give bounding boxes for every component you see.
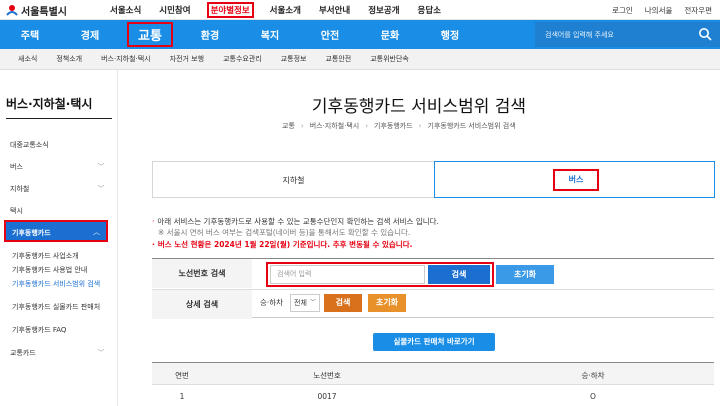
topnav-departments[interactable]: 부서안내 — [317, 3, 352, 17]
chevron-down-icon: ﹀ — [309, 299, 316, 306]
topnav-disclosure[interactable]: 정보공개 — [366, 3, 401, 17]
select-value: 전체 — [294, 299, 307, 307]
subnav-violation[interactable]: 교통위반단속 — [370, 54, 409, 64]
subnav-safety[interactable]: 교통안전 — [325, 54, 351, 64]
topnav-about[interactable]: 서울소개 — [268, 3, 303, 17]
notice-text: 아래 서비스는 기후동행카드로 사용할 수 있는 교통수단인지 확인하는 검색 … — [157, 217, 439, 226]
store-link-button[interactable]: 실물카드 판매처 바로가기 — [373, 333, 495, 351]
notice-line-important: · 버스 노선 현황은 2024년 1월 22일(월) 기준입니다. 추후 변동될… — [152, 240, 413, 249]
seoul-logo-icon — [6, 4, 18, 16]
tab-bus-label: 버스 — [553, 169, 599, 191]
tab-subway[interactable]: 지하철 — [153, 162, 434, 197]
sidebar-sub-intro[interactable]: 기후동행카드 사업소개 — [12, 252, 104, 260]
search-form: 노선번호 검색 상세 검색 검색어 입력 검색 초기화 승·하차 전체 ﹀ 검색… — [152, 258, 714, 319]
mainnav-transport[interactable]: 교통 — [127, 22, 173, 47]
chevron-up-icon: ︿ — [93, 228, 100, 236]
sidebar-sub-howto[interactable]: 기후동행카드 사용법 안내 — [12, 266, 104, 274]
topnav-field-info[interactable]: 분야별정보 — [206, 2, 254, 18]
sidebar-sub-stores[interactable]: 기후동행카드 실물카드 판매처 — [12, 303, 104, 311]
sidebar-sub-service-search[interactable]: 기후동행카드 서비스범위 검색 — [12, 280, 104, 288]
site-search-input[interactable]: 검색어를 입력해 주세요 — [535, 22, 720, 47]
route-search-label: 노선번호 검색 — [152, 259, 252, 288]
notice-text: 버스 노선 현황은 2024년 1월 22일(월) 기준입니다. 추후 변동될 … — [157, 240, 413, 249]
search-icon[interactable] — [698, 27, 712, 41]
breadcrumb-item[interactable]: 버스·지하철·택시 — [310, 121, 360, 131]
mainnav-environment[interactable]: 환경 — [180, 27, 240, 42]
subnav-policy[interactable]: 정책소개 — [56, 54, 82, 64]
notice-line: ※ 서울시 면허 버스 여부는 검색포털(네이버 등)을 통해서도 확인할 수 … — [158, 228, 411, 237]
reset-button[interactable]: 초기화 — [496, 265, 554, 284]
mainnav-culture[interactable]: 문화 — [360, 27, 420, 42]
detail-search-label: 상세 검색 — [152, 290, 252, 319]
subnav-demand[interactable]: 교통수요관리 — [223, 54, 262, 64]
topnav-citizen[interactable]: 시민참여 — [157, 3, 192, 17]
breadcrumb-item: 기후동행카드 서비스범위 검색 — [427, 122, 516, 130]
chevron-right-icon: › — [365, 122, 369, 130]
sidebar-item-taxi[interactable]: 택시 — [10, 206, 23, 216]
subnav-bus-subway-taxi[interactable]: 버스·지하철·택시 — [101, 54, 151, 64]
transport-tabs: 지하철 버스 — [152, 161, 715, 198]
notice-line: · 아래 서비스는 기후동행카드로 사용할 수 있는 교통수단인지 확인하는 검색… — [152, 217, 439, 226]
breadcrumb-item[interactable]: 교통 — [282, 121, 295, 131]
page-title: 기후동행카드 서비스범위 검색 — [311, 97, 527, 117]
table-cell: 0017 — [317, 392, 337, 401]
sidebar-item-label: 기후동행카드 — [12, 229, 51, 237]
search-button[interactable]: 검색 — [428, 265, 490, 284]
column-header-boarding: 승·하차 — [581, 371, 605, 380]
chevron-down-icon[interactable]: ﹀ — [96, 348, 106, 357]
tab-subway-label: 지하철 — [282, 176, 305, 185]
detail-search-button[interactable]: 검색 — [324, 294, 362, 312]
sidebar-item-bus[interactable]: 버스 — [10, 162, 23, 172]
mainnav-welfare[interactable]: 복지 — [240, 27, 300, 42]
sidebar-item-subway[interactable]: 지하철 — [10, 184, 29, 194]
top-bar: 서울특별시 서울소식 시민참여 분야별정보 서울소개 부서안내 정보공개 응답소… — [0, 0, 720, 20]
sidebar-title: 버스·지하철·택시 — [6, 97, 93, 111]
breadcrumb-item[interactable]: 기후동행카드 — [374, 121, 413, 131]
top-right-links: 로그인 나의서울 전자우편 — [600, 0, 712, 20]
sub-nav: 새소식 정책소개 버스·지하철·택시 자전거 보행 교통수요관리 교통정보 교통… — [0, 49, 720, 70]
email-link[interactable]: 전자우편 — [684, 5, 712, 16]
mainnav-safety[interactable]: 안전 — [300, 27, 360, 42]
route-search-input[interactable]: 검색어 입력 — [270, 265, 425, 284]
topnav-response[interactable]: 응답소 — [416, 3, 443, 17]
tab-bus[interactable]: 버스 — [434, 161, 715, 198]
detail-reset-button[interactable]: 초기화 — [368, 294, 406, 312]
topnav-seoul-news[interactable]: 서울소식 — [108, 3, 143, 17]
sidebar-item-climate-card[interactable]: 기후동행카드 ︿ — [4, 220, 108, 242]
chevron-down-icon[interactable]: ﹀ — [96, 184, 106, 193]
sidebar: 버스·지하철·택시 대중교통소식 버스 ﹀ 지하철 ﹀ 택시 기후동행카드 ︿ … — [0, 70, 118, 406]
sidebar-divider — [6, 118, 112, 119]
chevron-right-icon: › — [300, 122, 304, 130]
subnav-bike-walk[interactable]: 자전거 보행 — [170, 54, 204, 64]
results-table: 연번 노선번호 승·하차 1 0017 O — [152, 362, 714, 406]
sidebar-sub-faq[interactable]: 기후동행카드 FAQ — [12, 326, 104, 334]
login-link[interactable]: 로그인 — [612, 5, 633, 16]
column-header-no: 연번 — [175, 371, 189, 380]
logo-text: 서울특별시 — [21, 6, 67, 18]
column-header-route: 노선번호 — [313, 371, 341, 380]
subnav-traffic-info[interactable]: 교통정보 — [281, 54, 307, 64]
mainnav-economy[interactable]: 경제 — [60, 27, 120, 42]
table-cell: O — [590, 392, 596, 401]
sidebar-item-transit-news[interactable]: 대중교통소식 — [10, 140, 49, 150]
breadcrumb: 교통 › 버스·지하철·택시 › 기후동행카드 › 기후동행카드 서비스범위 검… — [282, 120, 516, 132]
chevron-down-icon[interactable]: ﹀ — [96, 162, 106, 171]
boarding-select[interactable]: 전체 ﹀ — [290, 294, 320, 312]
sidebar-item-transport-card[interactable]: 교통카드 — [10, 348, 36, 358]
mainnav-admin[interactable]: 행정 — [420, 27, 480, 42]
site-search-placeholder: 검색어를 입력해 주세요 — [545, 31, 614, 39]
my-seoul-link[interactable]: 나의서울 — [645, 5, 673, 16]
seoul-logo[interactable]: 서울특별시 — [6, 3, 67, 18]
main-nav: 주택 경제 교통 환경 복지 안전 문화 행정 검색어를 입력해 주세요 — [0, 20, 720, 49]
table-cell: 1 — [179, 392, 185, 401]
top-nav: 서울소식 시민참여 분야별정보 서울소개 부서안내 정보공개 응답소 — [108, 0, 457, 20]
boarding-label: 승·하차 — [260, 298, 284, 307]
subnav-news[interactable]: 새소식 — [18, 54, 37, 64]
mainnav-housing[interactable]: 주택 — [0, 27, 60, 42]
chevron-right-icon: › — [418, 122, 422, 130]
